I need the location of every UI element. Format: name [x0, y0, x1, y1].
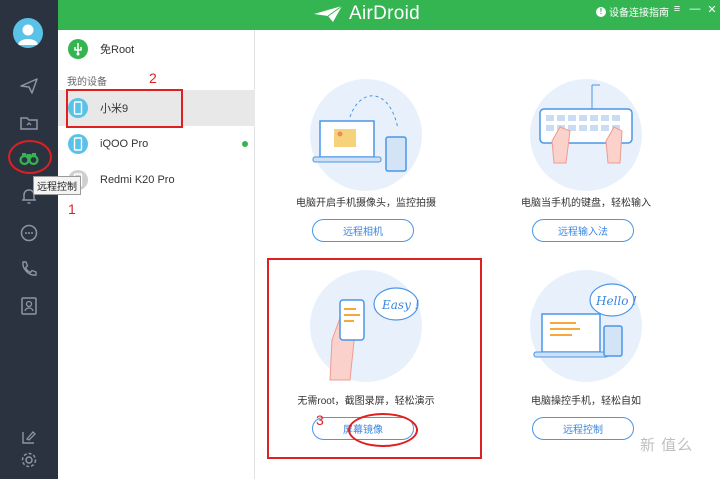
remote-control-illustration: Hello ! — [530, 270, 642, 382]
remote-camera-card: 电脑开启手机摄像头，监控拍摄 远程相机 — [266, 64, 466, 264]
remote-input-button[interactable]: 远程输入法 — [532, 219, 634, 242]
online-status-dot — [242, 141, 248, 147]
avatar[interactable] — [13, 18, 43, 48]
no-root-item[interactable]: 免Root — [58, 31, 255, 67]
device-item-iqoo-pro[interactable]: iQOO Pro — [58, 126, 255, 162]
my-devices-heading: 我的设备 — [67, 77, 107, 88]
annotation-box-device — [66, 89, 183, 128]
app-title: AirDroid — [349, 3, 421, 24]
device-name: Redmi K20 Pro — [100, 174, 175, 186]
laptop-phone-hello-icon: Hello ! — [533, 283, 637, 358]
guide-label: 设备连接指南 — [609, 8, 669, 19]
annotation-number-3: 3 — [316, 412, 324, 428]
watermark: 新 值么 — [640, 437, 694, 454]
contacts-icon[interactable] — [16, 294, 42, 318]
remote-input-card: 电脑当手机的键盘，轻松输入 远程输入法 — [486, 64, 686, 264]
keyboard-illustration — [530, 79, 642, 191]
chat-icon[interactable] — [16, 221, 42, 245]
camera-illustration — [310, 79, 422, 191]
no-root-label: 免Root — [100, 44, 135, 56]
usb-icon — [68, 39, 88, 59]
device-item-redmi-k20-pro[interactable]: Redmi K20 Pro — [58, 162, 255, 198]
annotation-number-2: 2 — [149, 70, 157, 86]
feature-description: 电脑开启手机摄像头，监控拍摄 — [296, 198, 436, 209]
remote-control-card: Hello ! 电脑操控手机，轻松自如 远程控制 — [486, 262, 686, 462]
laptop-phone-icon — [312, 95, 407, 172]
title-bar: AirDroid ! 设备连接指南 ≡ — ✕ — [58, 0, 720, 30]
remote-control-button[interactable]: 远程控制 — [532, 417, 634, 440]
phone-icon — [68, 134, 88, 154]
feature-description: 电脑操控手机，轻松自如 — [531, 396, 641, 407]
airdroid-logo: AirDroid — [313, 3, 420, 25]
settings-gear-icon[interactable] — [16, 448, 42, 472]
keyboard-icon — [539, 84, 633, 164]
remote-control-tooltip: 远程控制 — [33, 176, 81, 195]
folder-icon[interactable] — [16, 111, 42, 135]
svg-text:Hello !: Hello ! — [595, 294, 637, 308]
paper-plane-icon — [314, 5, 343, 22]
feature-description: 电脑当手机的键盘，轻松输入 — [521, 198, 651, 209]
menu-icon[interactable]: ≡ — [670, 3, 684, 15]
phone-call-icon[interactable] — [16, 257, 42, 281]
device-name: iQOO Pro — [100, 138, 149, 150]
minimize-icon[interactable]: — — [688, 3, 702, 15]
connection-guide-link[interactable]: ! 设备连接指南 — [596, 4, 669, 19]
annotation-circle-rail — [8, 140, 52, 174]
annotation-number-1: 1 — [68, 201, 76, 217]
remote-camera-button[interactable]: 远程相机 — [312, 219, 414, 242]
info-icon: ! — [596, 6, 606, 17]
close-icon[interactable]: ✕ — [705, 3, 719, 16]
left-rail — [0, 0, 58, 479]
send-icon[interactable] — [16, 74, 42, 98]
user-icon — [18, 24, 38, 45]
edit-icon[interactable] — [16, 425, 42, 449]
annotation-circle-button — [348, 413, 418, 447]
